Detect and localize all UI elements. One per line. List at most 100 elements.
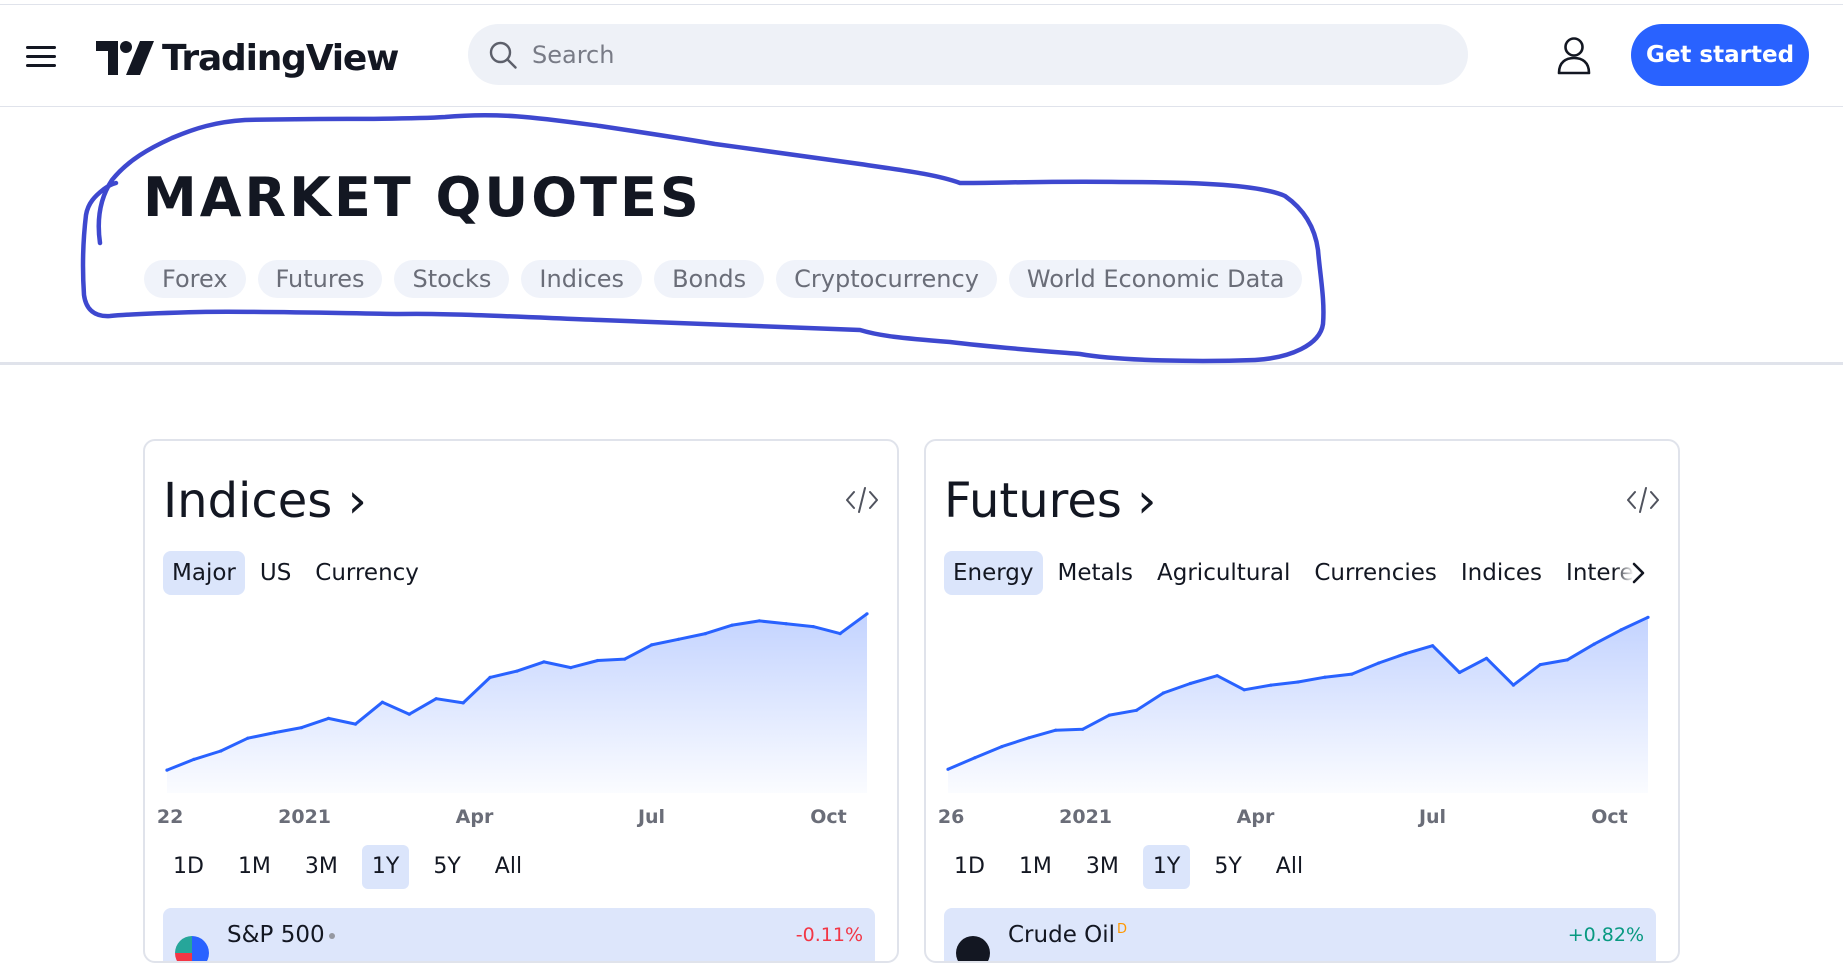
data-point bbox=[596, 658, 600, 663]
series-area-fill bbox=[167, 613, 867, 793]
futures-tabs: Energy Metals Agricultural Currencies In… bbox=[944, 551, 1660, 595]
tradingview-logo[interactable]: TradingView bbox=[96, 35, 399, 81]
chip-world-economic-data[interactable]: World Economic Data bbox=[1008, 260, 1303, 298]
get-started-button[interactable]: Get started bbox=[1631, 24, 1809, 86]
indices-area-chart[interactable] bbox=[163, 603, 871, 793]
chip-stocks[interactable]: Stocks bbox=[394, 260, 510, 298]
futures-card: Futures › Energy Metals Agricultural Cur… bbox=[924, 439, 1680, 963]
logo-text: TradingView bbox=[162, 37, 399, 79]
x-tick-label: 2021 bbox=[1059, 806, 1113, 828]
range-all[interactable]: All bbox=[1266, 845, 1313, 889]
futures-x-axis: 26 2021 Apr Jul Oct bbox=[938, 806, 1652, 836]
sp500-logo-icon bbox=[175, 936, 209, 961]
data-point bbox=[488, 675, 492, 679]
data-point bbox=[380, 700, 384, 704]
range-3m[interactable]: 3M bbox=[1076, 845, 1129, 889]
data-point bbox=[703, 632, 708, 636]
tab-metals[interactable]: Metals bbox=[1049, 551, 1142, 595]
data-point bbox=[811, 625, 815, 629]
x-tick-label: Apr bbox=[455, 806, 494, 828]
data-point bbox=[1054, 728, 1058, 732]
chip-forex[interactable]: Forex bbox=[144, 260, 246, 298]
data-point bbox=[326, 716, 331, 720]
data-point bbox=[434, 697, 438, 701]
tab-energy[interactable]: Energy bbox=[944, 551, 1043, 595]
range-1m[interactable]: 1M bbox=[228, 845, 281, 889]
indices-title-link[interactable]: Indices › bbox=[163, 473, 367, 529]
data-point bbox=[1161, 691, 1165, 695]
symbol-name: Crude Oil D bbox=[1008, 922, 1128, 948]
user-icon[interactable] bbox=[1556, 36, 1592, 76]
data-point bbox=[623, 657, 627, 661]
tab-agricultural[interactable]: Agricultural bbox=[1148, 551, 1299, 595]
data-point bbox=[1457, 670, 1462, 675]
range-1d[interactable]: 1D bbox=[944, 845, 995, 889]
data-point bbox=[353, 722, 358, 726]
futures-area-chart[interactable] bbox=[944, 603, 1652, 793]
x-tick-label: 26 bbox=[937, 806, 965, 828]
indices-x-axis: 22 2021 Apr Jul Oct bbox=[157, 806, 871, 836]
code-embed-icon[interactable] bbox=[1626, 485, 1660, 515]
chip-cryptocurrency[interactable]: Cryptocurrency bbox=[776, 260, 997, 298]
x-tick-label: Oct bbox=[810, 806, 847, 828]
data-point bbox=[865, 612, 869, 616]
chip-indices[interactable]: Indices bbox=[521, 260, 643, 298]
range-5y[interactable]: 5Y bbox=[1204, 845, 1251, 889]
range-1y[interactable]: 1Y bbox=[1142, 845, 1191, 889]
futures-title-link[interactable]: Futures › bbox=[944, 473, 1156, 529]
data-point bbox=[1269, 683, 1273, 687]
chevron-right-icon bbox=[1632, 562, 1645, 584]
range-1d[interactable]: 1D bbox=[163, 845, 214, 889]
data-point bbox=[1134, 708, 1139, 712]
data-point bbox=[838, 632, 842, 636]
site-header: TradingView Get started bbox=[0, 5, 1843, 107]
range-1y[interactable]: 1Y bbox=[361, 845, 410, 889]
market-quotes-section bbox=[0, 107, 1843, 365]
tab-currency[interactable]: Currency bbox=[306, 551, 428, 595]
x-tick-label: 2021 bbox=[278, 806, 332, 828]
range-1m[interactable]: 1M bbox=[1009, 845, 1062, 889]
data-point bbox=[273, 731, 277, 735]
indices-tabs: Major US Currency bbox=[163, 551, 879, 595]
data-point bbox=[784, 622, 788, 626]
tabs-scroll-right-button[interactable] bbox=[1614, 551, 1658, 595]
menu-icon[interactable] bbox=[26, 46, 56, 68]
symbol-row-crude-oil[interactable]: Crude Oil D +0.82% bbox=[944, 908, 1656, 961]
data-point bbox=[1646, 615, 1650, 619]
symbol-row-sp500[interactable]: S&P 500 -0.11% bbox=[163, 908, 875, 961]
search-input[interactable] bbox=[530, 34, 1434, 76]
data-point bbox=[946, 767, 950, 771]
data-point bbox=[1431, 644, 1435, 648]
search-bar[interactable] bbox=[468, 24, 1468, 85]
indices-range-selector: 1D 1M 3M 1Y 5Y All bbox=[163, 845, 532, 889]
data-point bbox=[1081, 727, 1085, 731]
data-point bbox=[246, 736, 250, 740]
data-point bbox=[192, 757, 196, 761]
data-point bbox=[973, 756, 977, 760]
data-point bbox=[1511, 683, 1515, 687]
data-point bbox=[1619, 628, 1623, 632]
data-point bbox=[1484, 656, 1489, 660]
range-5y[interactable]: 5Y bbox=[423, 845, 470, 889]
tab-major[interactable]: Major bbox=[163, 551, 245, 595]
tab-us[interactable]: US bbox=[251, 551, 300, 595]
data-point bbox=[461, 701, 465, 705]
data-point bbox=[1242, 688, 1246, 692]
x-tick-label: Jul bbox=[1418, 806, 1447, 828]
range-all[interactable]: All bbox=[485, 845, 532, 889]
data-point bbox=[542, 660, 546, 664]
chip-bonds[interactable]: Bonds bbox=[654, 260, 765, 298]
data-point bbox=[300, 726, 304, 730]
data-point bbox=[1000, 745, 1004, 749]
tab-indices[interactable]: Indices bbox=[1452, 551, 1551, 595]
data-point bbox=[1538, 663, 1542, 667]
data-point bbox=[1188, 681, 1192, 686]
tab-currencies[interactable]: Currencies bbox=[1305, 551, 1446, 595]
futures-range-selector: 1D 1M 3M 1Y 5Y All bbox=[944, 845, 1313, 889]
range-3m[interactable]: 3M bbox=[295, 845, 348, 889]
chip-futures[interactable]: Futures bbox=[257, 260, 383, 298]
category-chips: Forex Futures Stocks Indices Bonds Crypt… bbox=[144, 260, 1303, 298]
data-point bbox=[1027, 736, 1031, 740]
code-embed-icon[interactable] bbox=[845, 485, 879, 515]
data-point bbox=[676, 637, 681, 641]
